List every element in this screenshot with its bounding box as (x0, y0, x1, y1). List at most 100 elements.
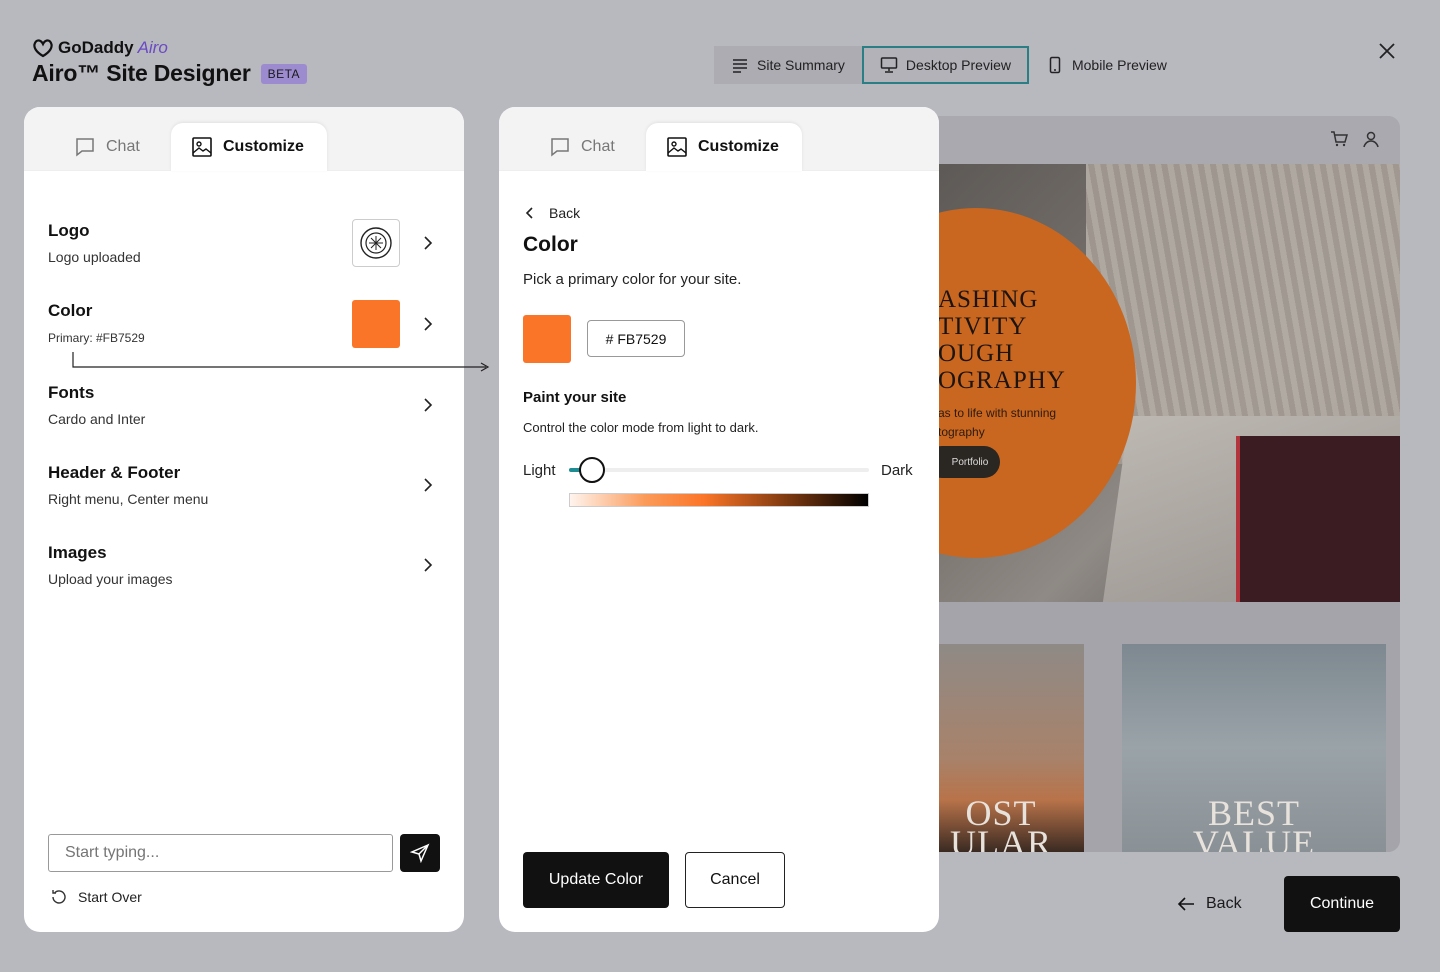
color-panel-right: Chat Customize Back Color Pick a primary… (499, 107, 939, 932)
chevron-right-icon[interactable] (420, 397, 436, 413)
monitor-icon (880, 57, 898, 73)
fonts-row[interactable]: Fonts Cardo and Inter (48, 383, 145, 427)
chevron-left-icon (525, 207, 533, 219)
back-link-label: Back (549, 205, 581, 221)
color-mode-gradient (569, 493, 869, 507)
preview-navbar (936, 116, 1400, 164)
headline-line: OGRAPHY (938, 367, 1066, 394)
connector-arrow (72, 352, 490, 372)
subtext-line: tography (938, 425, 985, 439)
cancel-button[interactable]: Cancel (685, 852, 785, 908)
logo-thumbnail (352, 219, 400, 267)
color-swatch (352, 300, 400, 348)
preview-subtext: as to life with stunning tography (938, 404, 1056, 442)
headline-line: OUGH (938, 340, 1015, 367)
preview-mode-tabs: Site Summary Desktop Preview Mobile Prev… (714, 46, 1184, 84)
site-preview: ASHING TIVITY OUGH OGRAPHY as to life wi… (936, 116, 1400, 852)
brand-name: GoDaddy (58, 38, 134, 57)
app-title: Airo™ Site Designer BETA (32, 60, 308, 87)
godaddy-icon (33, 39, 53, 58)
logo-image-icon (360, 227, 392, 259)
image-icon (667, 137, 687, 157)
subtext-line: as to life with stunning (938, 406, 1057, 420)
images-row-title: Images (48, 543, 107, 562)
preview-card2-text: BEST VALUE (1122, 795, 1386, 852)
mobile-preview-tab[interactable]: Mobile Preview (1029, 46, 1184, 84)
phone-icon (1049, 56, 1061, 74)
paint-title: Paint your site (523, 389, 627, 406)
slider-light-label: Light (523, 462, 556, 479)
cart-icon (1331, 131, 1348, 147)
preview-hero-book-cover (1236, 436, 1400, 602)
preview-portfolio-button: Portfolio (936, 446, 1000, 478)
start-over-label: Start Over (78, 889, 142, 905)
chat-input[interactable] (48, 834, 393, 872)
right-customize-tab[interactable]: Customize (646, 123, 802, 171)
color-row-sub: Primary: #FB7529 (48, 331, 145, 345)
right-chat-tab-label: Chat (581, 138, 615, 155)
right-chat-tab[interactable]: Chat (529, 123, 635, 171)
images-row[interactable]: Images Upload your images (48, 543, 173, 587)
slider-dark-label: Dark (881, 462, 913, 479)
desktop-preview-label: Desktop Preview (905, 57, 1011, 73)
card1-line: ULAR (950, 823, 1052, 852)
footer-back-label: Back (1206, 895, 1242, 912)
user-icon (1363, 131, 1379, 148)
update-color-button[interactable]: Update Color (523, 852, 669, 908)
left-customize-tab[interactable]: Customize (171, 123, 327, 171)
chevron-right-icon[interactable] (420, 477, 436, 493)
left-chat-tab-label: Chat (106, 138, 140, 155)
color-subtitle: Pick a primary color for your site. (523, 271, 742, 288)
primary-color-swatch[interactable] (523, 315, 571, 363)
chevron-right-icon[interactable] (420, 235, 436, 251)
chat-icon (551, 138, 569, 157)
chevron-right-icon[interactable] (420, 316, 436, 332)
image-icon (192, 137, 212, 157)
brand-product: Airo (137, 38, 168, 57)
left-tabbar: Chat Customize (24, 107, 464, 171)
fonts-row-title: Fonts (48, 383, 95, 402)
arrow-left-icon (1177, 897, 1194, 911)
logo-row-sub: Logo uploaded (48, 249, 141, 265)
paint-description: Control the color mode from light to dar… (523, 420, 759, 435)
godaddy-airo-logo: GoDaddy Airo (32, 38, 168, 58)
preview-card1-text: OST ULAR (936, 795, 1076, 852)
chat-icon (76, 138, 94, 157)
left-customize-tab-label: Customize (223, 138, 304, 155)
desktop-preview-tab[interactable]: Desktop Preview (861, 46, 1029, 84)
header-footer-row-sub: Right menu, Center menu (48, 491, 209, 507)
beta-badge: BETA (260, 63, 308, 84)
slider-track[interactable] (569, 468, 869, 472)
mobile-preview-label: Mobile Preview (1071, 57, 1167, 73)
back-link[interactable]: Back (523, 205, 580, 221)
chevron-right-icon[interactable] (420, 557, 436, 573)
color-row[interactable]: Color Primary: #FB7529 (48, 301, 145, 345)
images-row-sub: Upload your images (48, 571, 173, 587)
right-tabbar: Chat Customize (499, 107, 939, 171)
site-summary-tab[interactable]: Site Summary (714, 46, 862, 84)
right-customize-tab-label: Customize (698, 138, 779, 155)
fonts-row-sub: Cardo and Inter (48, 411, 146, 427)
logo-row[interactable]: Logo Logo uploaded (48, 221, 141, 265)
headline-line: ASHING (938, 286, 1039, 313)
customize-panel-left: Chat Customize Logo Logo uploaded Color … (24, 107, 464, 932)
card2-line: VALUE (1192, 823, 1316, 852)
slider-thumb[interactable] (579, 457, 605, 483)
headline-line: TIVITY (938, 313, 1028, 340)
send-button[interactable] (400, 834, 440, 872)
left-chat-tab[interactable]: Chat (54, 123, 160, 171)
site-summary-label: Site Summary (757, 57, 845, 73)
continue-button[interactable]: Continue (1284, 876, 1400, 932)
app-title-text: Airo™ Site Designer (32, 60, 251, 86)
restart-icon (52, 890, 66, 904)
list-icon (733, 59, 747, 73)
color-row-title: Color (48, 301, 93, 320)
send-icon (410, 843, 430, 863)
header-footer-row[interactable]: Header & Footer Right menu, Center menu (48, 463, 208, 507)
hex-input[interactable]: # FB7529 (587, 320, 685, 357)
start-over-button[interactable]: Start Over (50, 888, 142, 906)
close-icon[interactable] (1376, 40, 1398, 62)
logo-row-title: Logo (48, 221, 90, 240)
header-footer-row-title: Header & Footer (48, 463, 181, 482)
footer-back-button[interactable]: Back (1176, 884, 1242, 924)
